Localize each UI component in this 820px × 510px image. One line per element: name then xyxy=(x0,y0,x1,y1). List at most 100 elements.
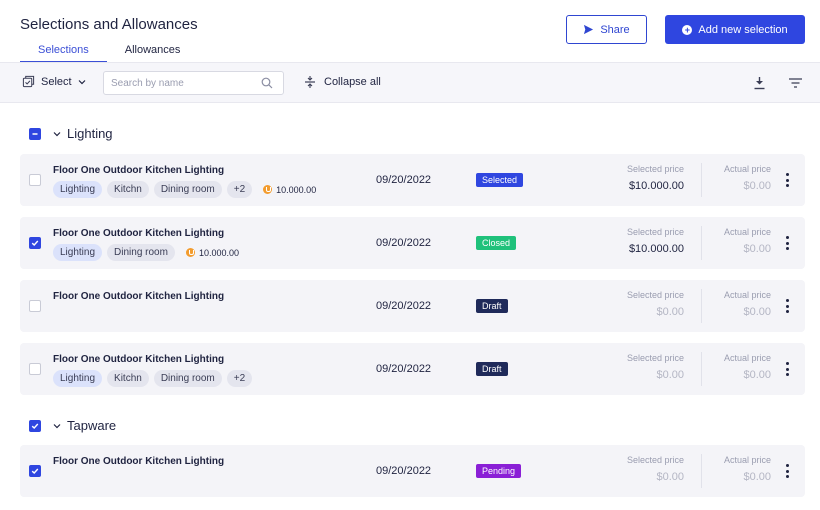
select-checklist-icon xyxy=(22,75,35,88)
actual-price: Actual price $0.00 xyxy=(724,164,771,192)
tag: Dining room xyxy=(153,181,222,198)
selected-price-label: Selected price xyxy=(626,164,684,174)
divider xyxy=(701,163,702,197)
checkmark-icon xyxy=(31,468,39,474)
row-checkbox[interactable] xyxy=(29,174,41,186)
actual-price-value: $0.00 xyxy=(743,180,771,192)
share-button-label: Share xyxy=(600,23,630,36)
row-checkbox[interactable] xyxy=(29,237,41,249)
add-new-selection-button[interactable]: + Add new selection xyxy=(665,15,805,44)
actual-price-label: Actual price xyxy=(723,164,771,174)
more-options-icon[interactable] xyxy=(786,464,790,478)
row-date: 09/20/2022 xyxy=(376,465,432,477)
allowance-icon xyxy=(185,248,195,257)
group-checkbox-lighting[interactable] xyxy=(29,127,41,140)
more-options-icon[interactable] xyxy=(786,236,790,250)
selected-price-label: Selected price xyxy=(626,455,684,465)
chevron-down-icon[interactable] xyxy=(53,422,61,430)
selected-price: Selected price $10.000.00 xyxy=(627,164,684,192)
search-icon xyxy=(261,77,273,89)
chevron-down-icon[interactable] xyxy=(53,130,61,138)
more-options-icon[interactable] xyxy=(786,299,790,313)
group-header-lighting[interactable]: Lighting xyxy=(29,126,113,141)
row-date: 09/20/2022 xyxy=(376,174,432,186)
filter-icon[interactable] xyxy=(788,77,803,89)
tag: Kitchn xyxy=(107,181,149,198)
more-options-icon[interactable] xyxy=(786,362,790,376)
divider xyxy=(701,454,702,488)
tab-bar: Selections Allowances xyxy=(20,44,198,63)
selected-price-value: $0.00 xyxy=(656,471,684,483)
select-dropdown[interactable]: Select xyxy=(22,75,86,88)
search-input[interactable] xyxy=(111,72,261,94)
actual-price: Actual price $0.00 xyxy=(724,290,771,318)
minus-icon xyxy=(32,132,38,135)
actual-price-value: $0.00 xyxy=(743,243,771,255)
group-checkbox-tapware[interactable] xyxy=(29,419,41,432)
chevron-down-icon xyxy=(78,79,86,84)
selected-price-value: $0.00 xyxy=(656,369,684,381)
share-button[interactable]: Share xyxy=(566,15,647,44)
allowance-amount: 10.000.00 xyxy=(185,248,239,258)
table-row[interactable]: Floor One Outdoor Kitchen Lighting 09/20… xyxy=(20,445,805,497)
tag: Dining room xyxy=(107,244,175,261)
selected-price: Selected price $0.00 xyxy=(627,455,684,483)
actual-price: Actual price $0.00 xyxy=(724,455,771,483)
actual-price-value: $0.00 xyxy=(743,306,771,318)
table-row[interactable]: Floor One Outdoor Kitchen Lighting Light… xyxy=(20,154,805,206)
send-icon xyxy=(584,24,594,35)
actual-price-value: $0.00 xyxy=(743,471,771,483)
group-title: Tapware xyxy=(67,418,117,433)
row-checkbox[interactable] xyxy=(29,300,41,312)
selected-price: Selected price $10.000.00 xyxy=(627,227,684,255)
tag-list: Lighting Kitchn Dining room +2 xyxy=(53,370,253,387)
selected-price-label: Selected price xyxy=(626,227,684,237)
checkmark-icon xyxy=(31,240,39,246)
actual-price-label: Actual price xyxy=(723,227,771,237)
group-header-tapware[interactable]: Tapware xyxy=(29,418,116,433)
add-new-selection-label: Add new selection xyxy=(698,23,788,36)
table-row[interactable]: Floor One Outdoor Kitchen Lighting Light… xyxy=(20,217,805,269)
actual-price-label: Actual price xyxy=(723,290,771,300)
table-row[interactable]: Floor One Outdoor Kitchen Lighting 09/20… xyxy=(20,280,805,332)
search-field[interactable] xyxy=(103,71,284,95)
download-icon[interactable] xyxy=(753,76,766,90)
actual-price: Actual price $0.00 xyxy=(724,353,771,381)
group-title: Lighting xyxy=(67,126,113,141)
tab-allowances[interactable]: Allowances xyxy=(107,44,199,63)
tag-list: Lighting Kitchn Dining room +2 10.000.00 xyxy=(53,181,316,198)
row-title: Floor One Outdoor Kitchen Lighting xyxy=(53,228,225,239)
select-label: Select xyxy=(41,75,72,88)
selected-price-label: Selected price xyxy=(626,290,684,300)
row-checkbox[interactable] xyxy=(29,363,41,375)
selected-price-value: $0.00 xyxy=(656,306,684,318)
selected-price-value: $10.000.00 xyxy=(628,243,684,255)
collapse-all-label: Collapse all xyxy=(324,76,381,88)
selected-price: Selected price $0.00 xyxy=(627,353,684,381)
actual-price-value: $0.00 xyxy=(743,369,771,381)
row-title: Floor One Outdoor Kitchen Lighting xyxy=(53,165,225,176)
selected-price: Selected price $0.00 xyxy=(627,290,684,318)
table-row[interactable]: Floor One Outdoor Kitchen Lighting Light… xyxy=(20,343,805,395)
row-title: Floor One Outdoor Kitchen Lighting xyxy=(53,456,225,467)
tag: Kitchn xyxy=(107,370,149,387)
row-title: Floor One Outdoor Kitchen Lighting xyxy=(53,291,225,302)
status-badge: Draft xyxy=(476,299,508,313)
row-date: 09/20/2022 xyxy=(376,237,432,249)
row-checkbox[interactable] xyxy=(29,465,41,477)
status-badge: Selected xyxy=(476,173,524,187)
row-title: Floor One Outdoor Kitchen Lighting xyxy=(53,354,225,365)
row-date: 09/20/2022 xyxy=(376,363,432,375)
plus-circle-icon: + xyxy=(682,24,693,35)
collapse-icon xyxy=(305,76,315,88)
collapse-all-button[interactable]: Collapse all xyxy=(304,75,381,89)
tag: Lighting xyxy=(53,244,103,261)
tag: Dining room xyxy=(153,370,222,387)
tab-selections[interactable]: Selections xyxy=(20,44,107,63)
tag-more[interactable]: +2 xyxy=(226,370,253,387)
row-date: 09/20/2022 xyxy=(376,300,432,312)
tag-more[interactable]: +2 xyxy=(226,181,253,198)
more-options-icon[interactable] xyxy=(786,173,790,187)
page-title: Selections and Allowances xyxy=(20,16,198,33)
status-badge: Draft xyxy=(476,362,508,376)
